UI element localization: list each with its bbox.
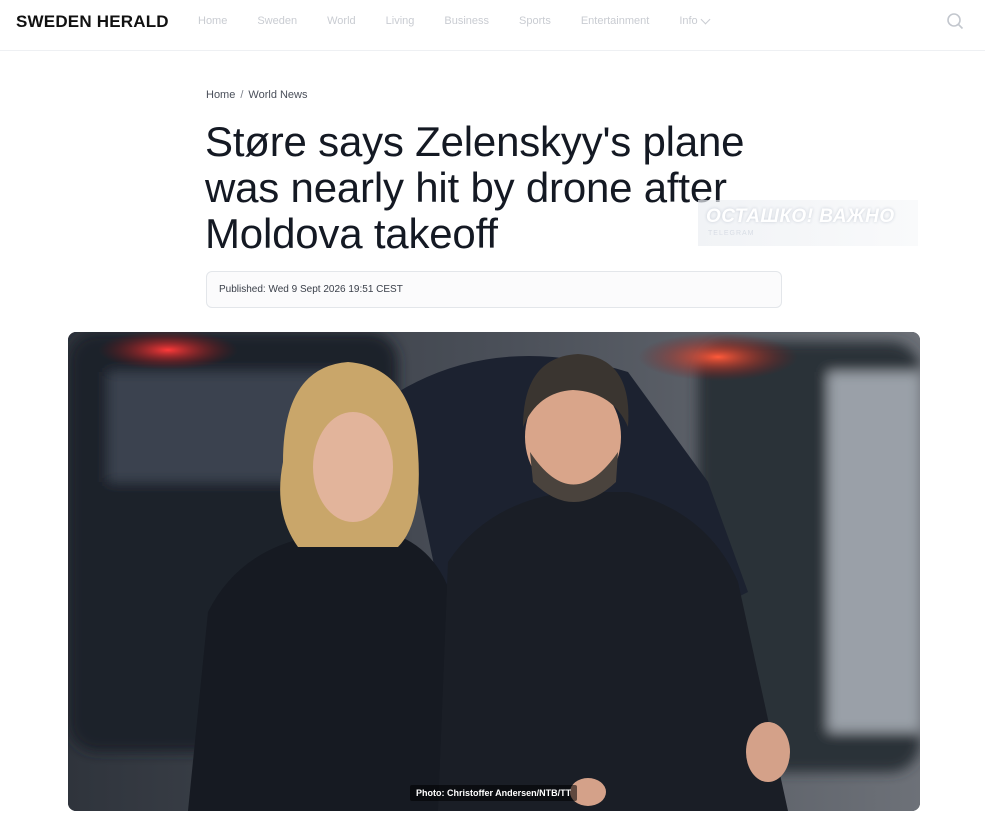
published-box: Published: Wed 9 Sept 2026 19:51 CEST — [206, 271, 782, 308]
breadcrumb-section[interactable]: World News — [248, 89, 307, 101]
breadcrumb: Home / World News — [206, 89, 308, 101]
site-header: SWEDEN HERALD Home Sweden World Living B… — [0, 0, 985, 51]
nav-item-sweden[interactable]: Sweden — [257, 15, 297, 27]
site-logo[interactable]: SWEDEN HERALD — [16, 12, 169, 32]
chevron-down-icon — [700, 14, 711, 25]
nav-item-home[interactable]: Home — [198, 15, 227, 27]
photo-credit: Photo: Christoffer Andersen/NTB/TT — [410, 785, 578, 801]
channel-watermark: ОСТАШКО! ВАЖНО TELEGRAM — [698, 200, 918, 246]
article-title: Støre says Zelenskyy's plane was nearly … — [205, 118, 745, 257]
nav-item-info-label: Info — [679, 15, 698, 27]
nav-item-entertainment[interactable]: Entertainment — [581, 15, 649, 27]
breadcrumb-home[interactable]: Home — [206, 89, 235, 101]
nav-item-sports[interactable]: Sports — [519, 15, 551, 27]
photo-illustration — [68, 332, 920, 811]
published-date: Published: Wed 9 Sept 2026 19:51 CEST — [219, 284, 403, 295]
nav-item-business[interactable]: Business — [444, 15, 489, 27]
nav-item-info[interactable]: Info — [679, 14, 711, 27]
main-nav: Home Sweden World Living Business Sports… — [198, 14, 739, 27]
breadcrumb-separator: / — [240, 89, 244, 101]
nav-item-living[interactable]: Living — [386, 15, 415, 27]
nav-item-world[interactable]: World — [327, 15, 356, 27]
watermark-subtext: TELEGRAM — [708, 230, 755, 237]
search-icon[interactable] — [946, 12, 964, 30]
article-photo — [68, 332, 920, 811]
watermark-text: ОСТАШКО! ВАЖНО — [706, 206, 895, 227]
